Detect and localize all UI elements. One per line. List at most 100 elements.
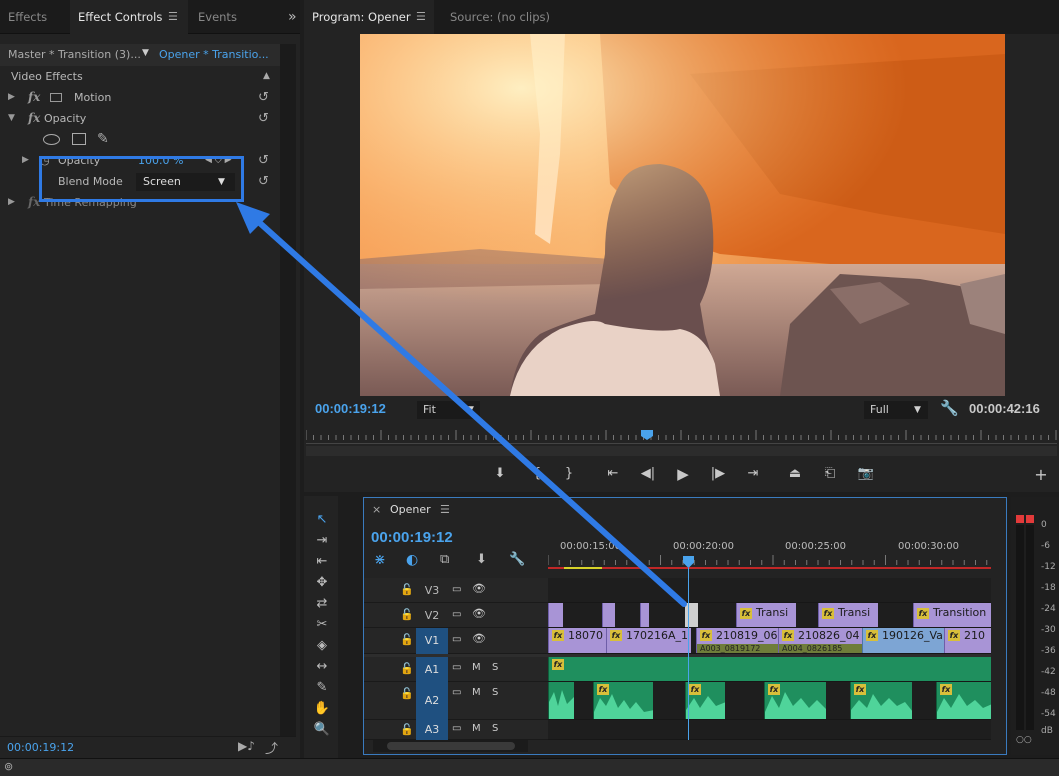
- fx-icon[interactable]: fx: [28, 87, 40, 108]
- button-editor-icon[interactable]: +: [1030, 465, 1052, 484]
- clip-a2[interactable]: fx: [685, 682, 725, 719]
- expand-triangle-icon[interactable]: ▶: [22, 150, 29, 171]
- timeline-horizontal-scrollbar[interactable]: [373, 740, 528, 752]
- mark-out-icon[interactable]: }: [558, 466, 580, 481]
- creative-cloud-icon[interactable]: ⊚: [4, 760, 13, 773]
- clip-a2[interactable]: fx: [764, 682, 826, 719]
- track-name-a3[interactable]: A3: [416, 720, 448, 740]
- nest-icon[interactable]: ⋇: [374, 552, 386, 568]
- reset-icon[interactable]: ↺: [258, 108, 269, 129]
- track-name-v3[interactable]: V3: [416, 578, 448, 603]
- lock-icon[interactable]: 🔓: [400, 662, 414, 675]
- lift-icon[interactable]: ⏏: [784, 466, 806, 481]
- step-back-icon[interactable]: ◀|: [637, 466, 659, 481]
- panel-menu-icon[interactable]: ☰: [440, 503, 450, 516]
- tab-program[interactable]: Program: Opener ☰: [304, 0, 434, 34]
- lane-a3[interactable]: [548, 720, 991, 740]
- lane-a1[interactable]: fx: [548, 657, 991, 682]
- clip-v2[interactable]: [640, 603, 649, 627]
- clip-v2-transition[interactable]: fx Transi: [736, 603, 796, 627]
- clip-a1[interactable]: fx: [548, 657, 991, 681]
- sequence-clip-label[interactable]: Opener * Transitio...: [159, 48, 269, 61]
- linked-selection-icon[interactable]: ⧉: [440, 552, 449, 567]
- effect-row-motion[interactable]: ▶ fx Motion ↺: [0, 87, 280, 108]
- scrollbar-thumb[interactable]: [387, 742, 515, 750]
- clip-v1[interactable]: fx 210826_04 A004_0826185: [778, 628, 862, 653]
- solo-meter-icons[interactable]: ○○: [1016, 735, 1032, 745]
- fx-icon[interactable]: fx: [28, 108, 40, 129]
- lock-icon[interactable]: 🔓: [400, 687, 414, 700]
- clip-a2[interactable]: [548, 682, 574, 719]
- ellipse-mask-icon[interactable]: [43, 134, 60, 145]
- reset-icon[interactable]: ↺: [258, 150, 269, 171]
- sync-lock-icon[interactable]: ▭: [452, 609, 461, 620]
- ripple-edit-tool-icon[interactable]: ⇤: [312, 554, 332, 572]
- add-marker-icon[interactable]: ⬇: [476, 552, 487, 567]
- clip-a2[interactable]: fx: [936, 682, 991, 719]
- effect-row-opacity[interactable]: ▼ fx Opacity ↺: [0, 108, 280, 129]
- clip-v2-transition[interactable]: fx Transi: [818, 603, 878, 627]
- sync-lock-icon[interactable]: ▭: [452, 723, 461, 734]
- solo-button[interactable]: S: [492, 723, 498, 734]
- sync-lock-icon[interactable]: ▭: [452, 662, 461, 673]
- track-select-tool-icon[interactable]: ⇥: [312, 533, 332, 551]
- timeline-ruler[interactable]: 00:00:15:00 00:00:20:00 00:00:25:00 00:0…: [548, 537, 991, 572]
- filter-audio-icon[interactable]: ▶♪: [238, 739, 255, 753]
- track-name-v2[interactable]: V2: [416, 603, 448, 628]
- clip-v2-selected[interactable]: [685, 603, 698, 627]
- overflow-icon[interactable]: »: [280, 0, 305, 34]
- track-name-a2[interactable]: A2: [416, 682, 448, 720]
- expand-triangle-icon[interactable]: ▶: [8, 192, 15, 213]
- close-icon[interactable]: ×: [372, 503, 381, 516]
- program-video-frame[interactable]: [360, 34, 1005, 396]
- add-marker-icon[interactable]: ⬇: [489, 466, 511, 481]
- eye-icon[interactable]: 👁: [472, 607, 486, 620]
- track-name-a1[interactable]: A1: [416, 657, 448, 682]
- sequence-tab-label[interactable]: Opener: [390, 503, 431, 516]
- play-icon[interactable]: ▶: [672, 465, 694, 483]
- zoom-tool-icon[interactable]: 🔍: [312, 722, 332, 740]
- lock-icon[interactable]: 🔓: [400, 633, 414, 646]
- collapse-up-icon[interactable]: ▲: [263, 66, 270, 87]
- tab-effects[interactable]: Effects: [0, 0, 55, 34]
- reset-icon[interactable]: ↺: [258, 171, 269, 192]
- clip-a2[interactable]: fx: [850, 682, 912, 719]
- timeline-timecode[interactable]: 00:00:19:12: [371, 529, 453, 546]
- eye-icon[interactable]: 👁: [472, 632, 486, 645]
- reset-icon[interactable]: ↺: [258, 87, 269, 108]
- rolling-edit-tool-icon[interactable]: ✥: [312, 575, 332, 593]
- clip-indicator-right[interactable]: [1026, 515, 1034, 523]
- program-zoom-bar[interactable]: [306, 446, 1057, 456]
- clip-indicator-left[interactable]: [1016, 515, 1024, 523]
- export-icon[interactable]: ⤴: [265, 738, 278, 757]
- pen-tool-icon[interactable]: ✎: [312, 680, 332, 698]
- tab-source[interactable]: Source: (no clips): [442, 0, 558, 34]
- panel-menu-icon[interactable]: ☰: [416, 0, 426, 34]
- lane-v1[interactable]: fx 18070 fx 170216A_1 fx 210819_06 A003_0819…: [548, 628, 991, 654]
- clip-v1[interactable]: fx 210: [944, 628, 991, 653]
- wrench-icon[interactable]: 🔧: [940, 399, 959, 417]
- solo-button[interactable]: S: [492, 687, 498, 698]
- quality-dropdown[interactable]: Full ▼: [864, 401, 928, 419]
- lane-a2[interactable]: fx fx fx fx fx: [548, 682, 991, 720]
- step-forward-icon[interactable]: |▶: [707, 466, 729, 481]
- snap-icon[interactable]: ◐: [406, 552, 418, 568]
- lock-icon[interactable]: 🔓: [400, 583, 414, 596]
- sync-lock-icon[interactable]: ▭: [452, 584, 461, 595]
- mark-in-icon[interactable]: {: [526, 466, 548, 481]
- clip-v1[interactable]: fx 210819_06 A003_0819172: [696, 628, 778, 653]
- solo-button[interactable]: S: [492, 662, 498, 673]
- lane-v2[interactable]: fx Transi fx Transi fx Transition: [548, 603, 991, 628]
- wrench-icon[interactable]: 🔧: [509, 552, 525, 567]
- mute-button[interactable]: M: [472, 662, 481, 673]
- timeline-playhead-line[interactable]: [688, 568, 689, 740]
- motion-box-icon[interactable]: [50, 93, 62, 102]
- collapse-triangle-icon[interactable]: ▼: [8, 108, 15, 129]
- program-scrub-ruler[interactable]: [306, 430, 1057, 444]
- eye-icon[interactable]: 👁: [472, 582, 486, 595]
- sync-lock-icon[interactable]: ▭: [452, 687, 461, 698]
- selection-tool-icon[interactable]: ↖: [312, 512, 332, 530]
- rectangle-mask-icon[interactable]: [72, 133, 86, 145]
- lock-icon[interactable]: 🔓: [400, 723, 414, 736]
- export-frame-icon[interactable]: 📷: [855, 466, 877, 481]
